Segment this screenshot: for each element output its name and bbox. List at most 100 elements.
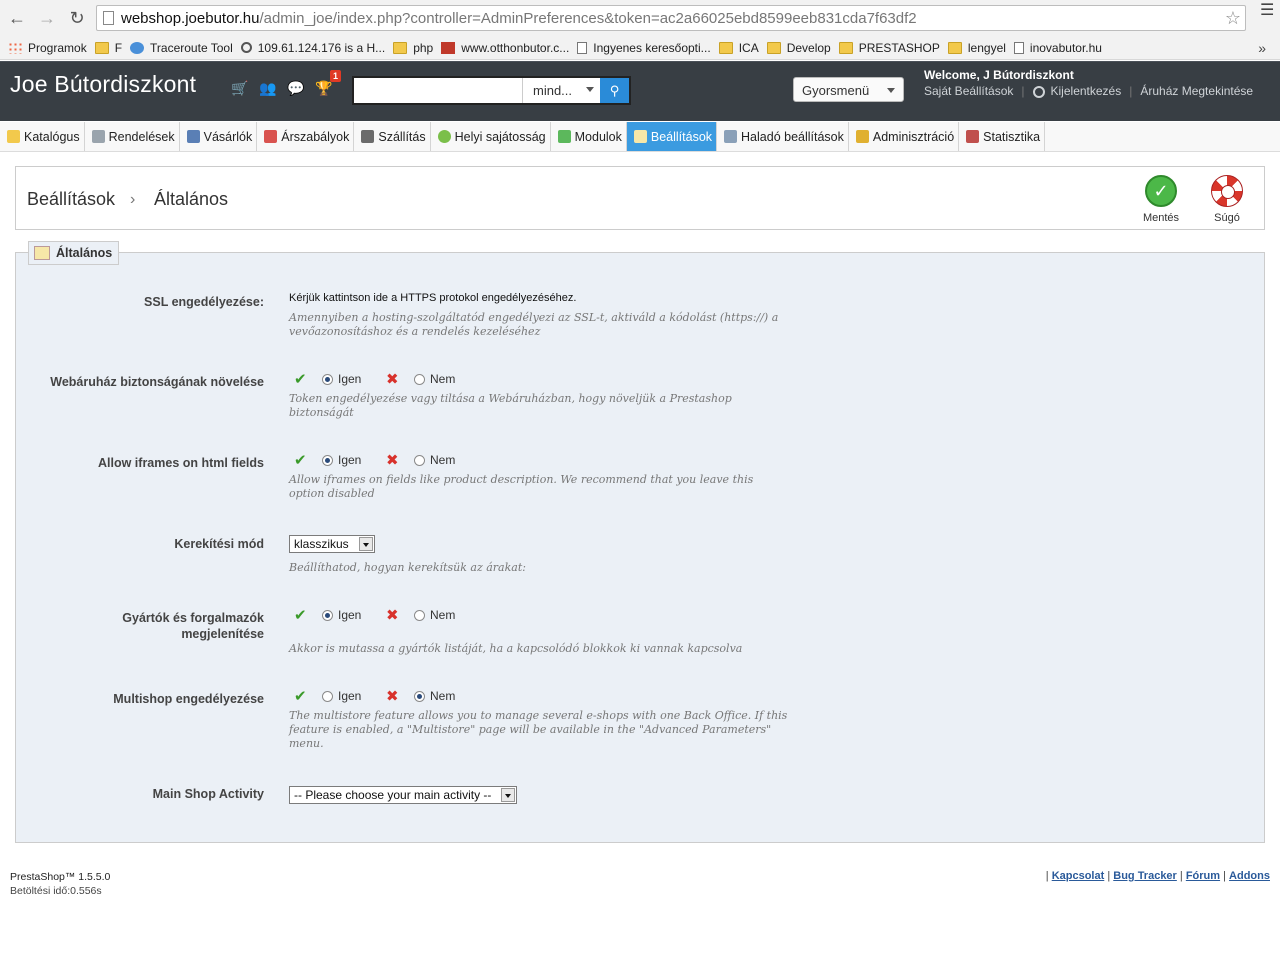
bookmark-ica[interactable]: ICA [718, 40, 759, 55]
apps-icon [8, 41, 22, 54]
check-icon: ✔ [294, 607, 307, 624]
bookmark-keresooptimalizalas[interactable]: Ingyenes keresőopti... [577, 41, 711, 55]
manufacturers-no-radio[interactable] [414, 609, 425, 621]
search-scope-value: mind... [533, 83, 573, 98]
security-yes-radio[interactable] [322, 373, 333, 385]
search-input[interactable] [356, 80, 520, 101]
quick-menu-select[interactable]: Gyorsmenü [793, 77, 904, 102]
rounding-select[interactable]: klasszikus [289, 535, 375, 553]
yes-label: Igen [338, 689, 362, 703]
messages-icon[interactable]: 💬 [287, 80, 305, 98]
breadcrumb-parent[interactable]: Beállítások [27, 189, 115, 210]
search-scope-select[interactable]: mind... [522, 78, 600, 103]
logout-link[interactable]: Kijelentkezés [1051, 84, 1122, 98]
chevron-down-icon [586, 87, 594, 92]
bookmark-star-icon[interactable]: ☆ [1225, 8, 1241, 29]
multishop-no-radio[interactable] [414, 690, 425, 702]
bug-tracker-link[interactable]: Bug Tracker [1113, 870, 1177, 882]
forward-arrow-icon[interactable]: → [34, 5, 60, 31]
contact-link[interactable]: Kapcsolat [1052, 870, 1105, 882]
tab-preferences[interactable]: Beállítások [626, 122, 718, 151]
yes-label: Igen [338, 453, 362, 467]
tab-orders[interactable]: Rendelések [85, 122, 180, 151]
globe-icon [437, 130, 451, 143]
save-label: Mentés [1142, 212, 1180, 224]
multishop-yes-radio[interactable] [322, 690, 333, 702]
bookmark-traceroute[interactable]: Traceroute Tool [130, 41, 233, 55]
bookmark-inovabutor[interactable]: inovabutor.hu [1013, 41, 1102, 55]
folder-icon [94, 41, 109, 54]
tab-shipping[interactable]: Szállítás [354, 122, 431, 151]
back-arrow-icon[interactable]: ← [4, 5, 30, 31]
quick-menu-label: Gyorsmenü [802, 83, 870, 98]
tab-label: Haladó beállítások [741, 129, 844, 144]
user-icon [186, 130, 200, 143]
iframes-no-radio[interactable] [414, 454, 425, 466]
customers-icon[interactable]: 👥 [259, 80, 277, 98]
header-notifications: 🛒 👥 💬 🏆 1 [231, 70, 341, 98]
tab-label: Helyi sajátosság [454, 129, 546, 144]
search-button[interactable]: ⚲ [600, 78, 629, 103]
activity-field: -- Please choose your main activity -- [289, 786, 789, 804]
separator: | [1021, 84, 1025, 98]
tab-label: Vásárlók [203, 129, 253, 144]
tab-modules[interactable]: Modulok [551, 122, 627, 151]
tab-advanced-parameters[interactable]: Haladó beállítások [717, 122, 849, 151]
tab-localization[interactable]: Helyi sajátosság [431, 122, 551, 151]
cross-icon: ✖ [386, 688, 399, 705]
iframes-yes-radio[interactable] [322, 454, 333, 466]
activity-select[interactable]: -- Please choose your main activity -- [289, 786, 517, 804]
edit-icon [34, 246, 50, 260]
help-button[interactable]: Súgó [1210, 175, 1244, 224]
bookmark-otthonbutor[interactable]: www.otthonbutor.c... [441, 41, 569, 55]
lifebuoy-icon [1211, 175, 1243, 207]
shop-name[interactable]: Joe Bútordiszkont [10, 71, 196, 98]
forum-link[interactable]: Fórum [1186, 870, 1220, 882]
tab-customers[interactable]: Vásárlók [180, 122, 258, 151]
bookmarks-more-button[interactable]: » [1258, 40, 1266, 56]
view-shop-link[interactable]: Áruház Megtekintése [1140, 84, 1253, 98]
bookmark-develop[interactable]: Develop [766, 41, 831, 55]
manufacturers-field: ✔ Igen ✖ Nem Akkor is mutassa a gyártók … [289, 606, 789, 656]
activity-label: Main Shop Activity [152, 787, 264, 801]
security-hint: Token engedélyezése vagy tiltása a Webár… [289, 392, 732, 419]
reload-icon[interactable]: ↻ [64, 5, 90, 31]
bookmark-lengyel[interactable]: lengyel [947, 41, 1006, 55]
globe-icon [130, 41, 145, 54]
truck-icon [361, 130, 375, 143]
tab-label: Katalógus [24, 129, 80, 144]
iframes-label: Allow iframes on html fields [98, 456, 264, 470]
tab-label: Adminisztráció [872, 129, 955, 144]
addons-link[interactable]: Addons [1229, 870, 1270, 882]
bookmark-programok[interactable]: Programok [8, 41, 87, 55]
bookmark-label: ICA [738, 40, 759, 55]
yes-label: Igen [338, 608, 362, 622]
tab-catalog[interactable]: Katalógus [0, 122, 85, 151]
bookmark-f[interactable]: F [94, 40, 123, 55]
bookmark-prestashop[interactable]: PRESTASHOP [838, 41, 940, 55]
header-links: Saját Beállítások | Kijelentkezés | Áruh… [924, 84, 1253, 98]
tab-administration[interactable]: Adminisztráció [849, 122, 960, 151]
page-icon [577, 41, 588, 54]
my-settings-link[interactable]: Saját Beállítások [924, 84, 1013, 98]
tab-stats[interactable]: Statisztika [959, 122, 1046, 151]
tab-price-rules[interactable]: Árszabályok [257, 122, 355, 151]
trophy-icon[interactable]: 🏆 1 [315, 70, 341, 98]
settings-icon [633, 130, 647, 143]
address-bar[interactable]: webshop.joebutor.hu/admin_joe/index.php?… [96, 5, 1246, 31]
security-no-radio[interactable] [414, 373, 425, 385]
cart-icon[interactable]: 🛒 [231, 80, 249, 98]
browser-menu-icon[interactable]: ☰ [1260, 3, 1274, 19]
bookmark-ip[interactable]: 109.61.124.176 is a H... [240, 41, 385, 55]
key-icon [855, 130, 869, 143]
bookmark-label: F [114, 40, 123, 55]
ssl-enable-link[interactable]: Kérjük kattintson ide a HTTPS protokol e… [289, 292, 789, 304]
bookmark-label: Programok [28, 40, 87, 55]
bookmark-php[interactable]: php [393, 41, 433, 55]
search-icon [240, 42, 252, 53]
manufacturers-yes-radio[interactable] [322, 609, 333, 621]
legend-label: Általános [56, 246, 113, 260]
admin-header: Joe Bútordiszkont 🛒 👥 💬 🏆 1 mind... ⚲ Gyo… [0, 61, 1280, 121]
save-button[interactable]: ✓ Mentés [1140, 175, 1182, 224]
manufacturers-hint: Akkor is mutassa a gyártók listáját, ha … [289, 642, 743, 655]
